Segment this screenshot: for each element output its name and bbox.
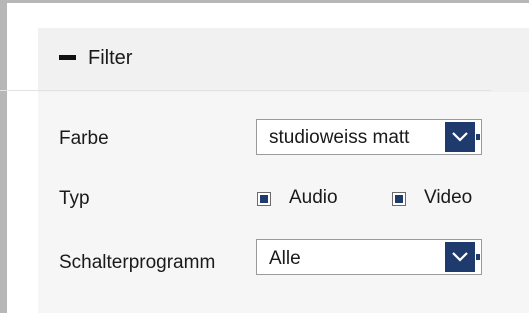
schalterprogramm-select-value: Alle bbox=[269, 248, 301, 269]
filter-title[interactable]: Filter bbox=[88, 47, 132, 69]
farbe-label: Farbe bbox=[59, 128, 109, 149]
frame-border-left bbox=[0, 0, 7, 313]
farbe-select-notch bbox=[475, 120, 481, 154]
schalterprogramm-select-notch bbox=[475, 240, 481, 274]
typ-label: Typ bbox=[59, 188, 90, 209]
filter-window: Filter Farbe studioweiss matt Typ Audio … bbox=[0, 0, 529, 313]
farbe-select-value: studioweiss matt bbox=[269, 127, 410, 148]
video-checkbox[interactable] bbox=[392, 192, 406, 206]
farbe-select[interactable]: studioweiss matt bbox=[256, 119, 482, 155]
frame-border-top bbox=[0, 0, 529, 3]
chevron-down-icon bbox=[452, 132, 468, 142]
audio-checkbox[interactable] bbox=[257, 192, 271, 206]
video-checkbox-label[interactable]: Video bbox=[424, 187, 472, 209]
schalterprogramm-dropdown-button[interactable] bbox=[445, 242, 475, 272]
chevron-down-icon bbox=[452, 252, 468, 262]
farbe-dropdown-button[interactable] bbox=[445, 122, 475, 152]
schalterprogramm-select[interactable]: Alle bbox=[256, 239, 482, 275]
header-divider bbox=[0, 90, 491, 91]
audio-checkbox-label[interactable]: Audio bbox=[289, 187, 338, 209]
minus-icon[interactable] bbox=[59, 55, 76, 60]
schalterprogramm-label: Schalterprogramm bbox=[59, 252, 216, 273]
